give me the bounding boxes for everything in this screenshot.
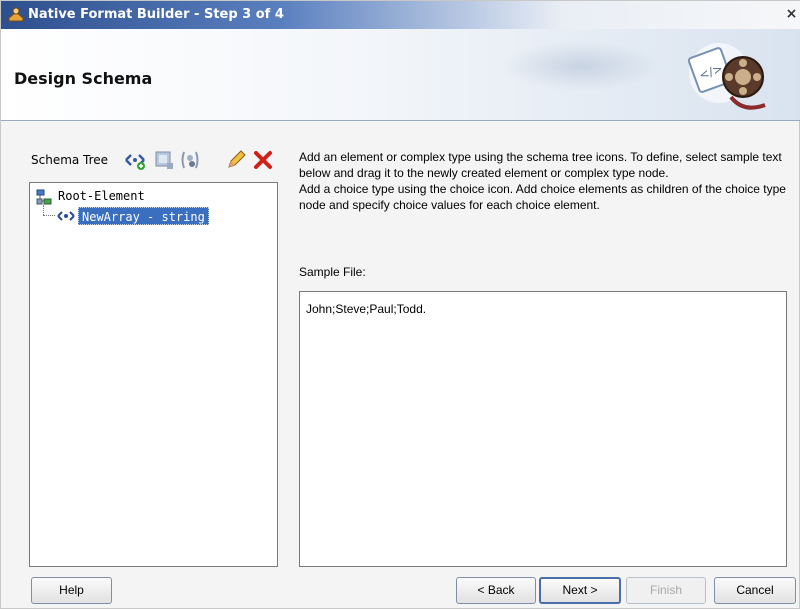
title-bar[interactable]: Native Format Builder - Step 3 of 4 × (1, 1, 800, 29)
window-title: Native Format Builder - Step 3 of 4 (28, 7, 284, 22)
tree-node-label-selected: NewArray - string (78, 207, 209, 225)
schema-tree-label: Schema Tree (31, 153, 109, 167)
tree-connector (43, 215, 55, 216)
finish-button: Finish (626, 577, 706, 604)
wizard-logo-icon: </> (687, 43, 766, 110)
page-title: Design Schema (14, 69, 153, 88)
sample-file-content[interactable]: John;Steve;Paul;Todd. (306, 302, 426, 316)
instructions-text: Add an element or complex type using the… (299, 149, 789, 213)
close-icon[interactable]: × (784, 6, 799, 23)
help-button[interactable]: Help (31, 577, 112, 604)
cancel-button[interactable]: Cancel (714, 577, 796, 604)
wizard-header: Design Schema </> (1, 29, 800, 121)
add-complex-type-icon[interactable] (153, 149, 175, 171)
element-diamond-icon (57, 211, 75, 221)
schema-root-icon (36, 189, 52, 205)
instruction-line: Add an element or complex type using the… (299, 150, 782, 180)
sample-file-label: Sample File: (299, 265, 366, 279)
header-decoration (501, 41, 661, 91)
next-button[interactable]: Next > (539, 577, 621, 604)
add-choice-icon[interactable] (179, 149, 201, 171)
tree-connector (43, 205, 44, 215)
delete-x-icon[interactable] (252, 149, 274, 171)
app-icon (8, 7, 24, 22)
native-format-builder-window: Native Format Builder - Step 3 of 4 × De… (0, 0, 800, 609)
edit-pencil-icon[interactable] (225, 149, 247, 171)
instruction-line: Add a choice type using the choice icon.… (299, 182, 786, 212)
tree-node-label: Root-Element (58, 189, 145, 203)
schema-tree-panel[interactable]: Root-Element NewArray - string (29, 182, 278, 567)
back-button[interactable]: < Back (456, 577, 536, 604)
add-element-icon[interactable] (124, 149, 146, 171)
sample-file-textarea[interactable]: John;Steve;Paul;Todd. (299, 291, 787, 567)
